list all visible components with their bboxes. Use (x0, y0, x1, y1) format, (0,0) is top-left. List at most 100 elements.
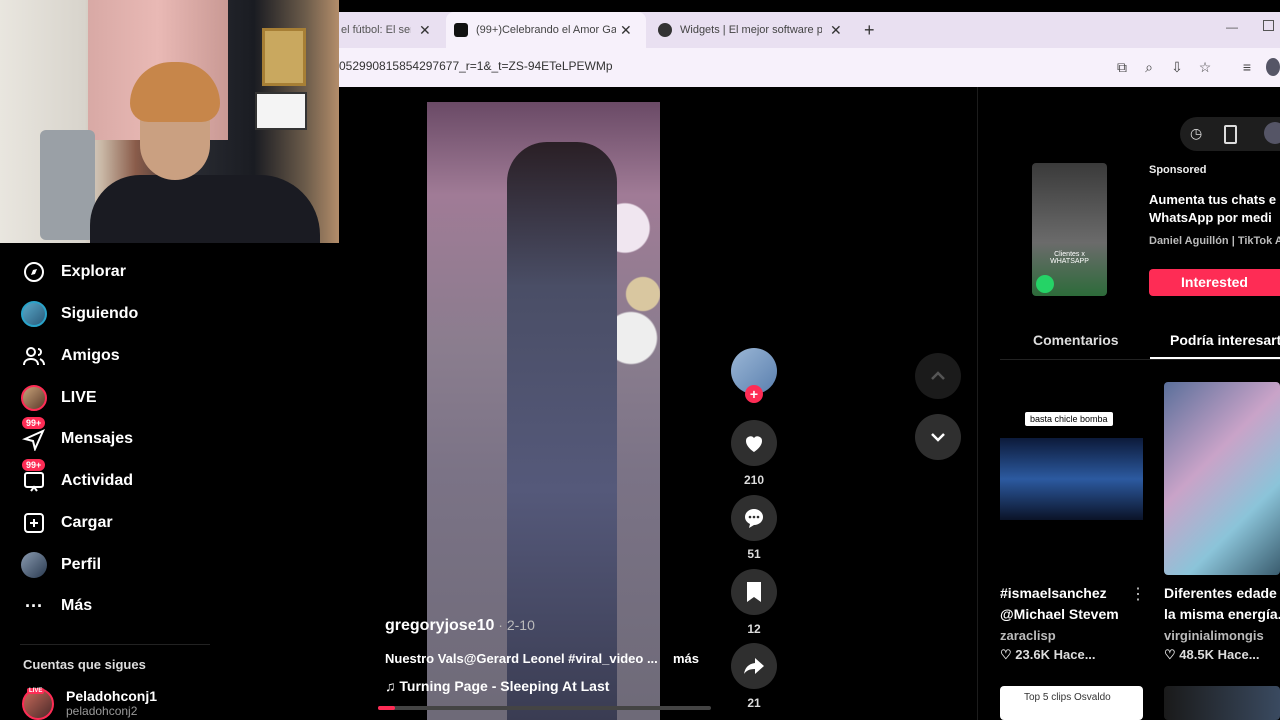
sidebar-item-label: Más (61, 597, 93, 614)
sidebar-item-siguiendo[interactable]: Siguiendo (20, 299, 138, 329)
install-app-icon[interactable]: ⇩ (1168, 58, 1186, 76)
maximize-icon[interactable] (1263, 20, 1274, 31)
profile-avatar-icon[interactable] (1266, 58, 1280, 76)
comment-count: 51 (747, 547, 761, 561)
music-info[interactable]: ♫ Turning Page - Sleeping At Last (385, 678, 609, 694)
author-name[interactable]: gregoryjose10 (385, 617, 494, 634)
share-icon (744, 658, 764, 674)
related-video-user[interactable]: zaraclisp (1000, 628, 1056, 643)
interested-button[interactable]: Interested (1149, 269, 1280, 296)
title-line: #ismaelsanchez (1000, 585, 1107, 601)
sidebar-item-perfil[interactable]: Perfil (20, 550, 101, 580)
comment-icon (745, 509, 763, 528)
activity-icon: 99+ (20, 459, 48, 495)
following-name: Peladohconj1 (66, 688, 158, 704)
webcam-suitcase (40, 130, 95, 240)
like-button[interactable] (731, 420, 777, 466)
sidebar-item-mensajes[interactable]: 99+ Mensajes (20, 417, 133, 454)
tab-podria-interesarte[interactable]: Podría interesart (1170, 332, 1280, 348)
save-count: 12 (747, 622, 761, 636)
share-button[interactable] (731, 643, 777, 689)
browser-tab-3[interactable]: Widgets | El mejor software par ✕ (658, 12, 848, 48)
tiktok-favicon-icon (454, 23, 468, 37)
more-options-icon[interactable]: ⋮ (1130, 584, 1146, 604)
sidebar-divider (20, 644, 210, 645)
device-icon[interactable] (1224, 125, 1237, 144)
minimize-icon[interactable]: — (1226, 20, 1238, 34)
tab-comentarios[interactable]: Comentarios (1033, 332, 1119, 348)
webcam-person-body (90, 175, 320, 243)
related-video-title[interactable]: #ismaelsanchez @Michael Stevem (1000, 583, 1128, 625)
webcam-whiteboard (255, 92, 307, 130)
close-tab-icon[interactable]: ✕ (620, 22, 632, 39)
related-video-stats: ♡ 48.5K Hace... (1164, 647, 1260, 663)
sidebar-item-cargar[interactable]: Cargar (20, 508, 113, 538)
ad-author: Daniel Aguillón | TikTok A (1149, 235, 1280, 247)
following-handle: peladohconj2 (66, 704, 138, 718)
zoom-icon[interactable]: ⌕ (1140, 58, 1158, 76)
close-tab-icon[interactable]: ✕ (830, 22, 842, 39)
title-line: @Michael Stevem (1000, 606, 1119, 622)
new-tab-button[interactable]: + (864, 12, 878, 48)
video-author[interactable]: gregoryjose10 · 2-10 (385, 617, 535, 635)
save-button[interactable] (731, 569, 777, 615)
more-description-link[interactable]: más (673, 651, 699, 666)
related-video-thumb[interactable] (1164, 686, 1280, 720)
translate-icon[interactable]: ⧉ (1113, 58, 1131, 76)
thumb-label: basta chicle bomba (1025, 412, 1113, 426)
heart-outline-icon: ♡ (1164, 647, 1180, 662)
sidebar-item-mas[interactable]: ··· Más (20, 591, 92, 621)
music-note-icon: ♫ (385, 678, 400, 694)
heart-outline-icon: ♡ (1000, 647, 1016, 662)
like-count: 210 (743, 473, 765, 487)
close-tab-icon[interactable]: ✕ (419, 22, 431, 39)
related-video-user[interactable]: virginialimongis (1164, 628, 1264, 643)
sidebar-item-label: Perfil (61, 556, 102, 573)
webcam-overlay (0, 0, 339, 243)
boxing-ring-image (1000, 438, 1143, 520)
media-control-icon[interactable]: ≡ (1238, 58, 1256, 76)
browser-tab-1[interactable]: el fútbol: El ser ✕ (341, 12, 436, 48)
related-video-stats: ♡ 23.6K Hace... (1000, 647, 1096, 663)
live-badge: LIVE (27, 688, 45, 694)
sidebar-item-amigos[interactable]: Amigos (20, 341, 120, 371)
bookmark-star-icon[interactable]: ☆ (1196, 58, 1214, 76)
heart-icon (745, 436, 763, 452)
related-video-title[interactable]: Diferentes edade la misma energía. (1164, 583, 1280, 625)
url-text[interactable]: 052990815854297677_r=1&_t=ZS-94ETeLPEWMp (339, 59, 613, 73)
follow-plus-button[interactable]: + (745, 385, 763, 403)
chevron-up-icon (931, 371, 945, 380)
widgets-favicon-icon (658, 23, 672, 37)
sidebar-item-live[interactable]: LIVE (20, 383, 97, 413)
video-progress-bar[interactable] (378, 706, 711, 710)
sidebar-item-explorar[interactable]: Explorar (20, 257, 126, 287)
comment-button[interactable] (731, 495, 777, 541)
music-title: Turning Page - Sleeping At Last (399, 678, 610, 694)
bookmark-icon (747, 582, 761, 602)
previous-video-button[interactable] (915, 353, 961, 399)
upload-icon (20, 509, 48, 537)
user-avatar[interactable] (1264, 122, 1280, 144)
next-video-button[interactable] (915, 414, 961, 460)
ad-thumbnail[interactable]: Clientes x WHATSAPP (1032, 163, 1107, 296)
ad-title[interactable]: Aumenta tus chats e WhatsApp por medi (1149, 191, 1280, 227)
timer-icon[interactable]: ◷ (1190, 125, 1202, 142)
more-icon: ··· (25, 595, 43, 616)
sidebar-item-actividad[interactable]: 99+ Actividad (20, 459, 133, 496)
related-video-thumb[interactable] (1164, 382, 1280, 575)
sidebar-item-label: Siguiendo (61, 305, 139, 322)
tabs-divider (1000, 359, 1280, 360)
compass-icon (20, 258, 48, 286)
title-line: Diferentes edade (1164, 585, 1277, 601)
related-video-thumb[interactable]: Top 5 clips Osvaldo (1000, 686, 1143, 720)
active-tab-underline (1150, 357, 1280, 359)
tab-title: (99+)Celebrando el Amor Gay (476, 24, 616, 36)
related-video-thumb[interactable]: basta chicle bomba (1000, 382, 1143, 575)
time-ago: Hace... (1217, 647, 1260, 662)
browser-tab-active[interactable]: (99+)Celebrando el Amor Gay ✕ (446, 12, 646, 48)
sidebar-item-label: Cargar (61, 514, 113, 531)
like-count: 48.5K (1179, 647, 1214, 662)
video-date: · 2-10 (494, 617, 535, 633)
share-count: 21 (747, 696, 761, 710)
following-account-item[interactable]: LIVE Peladohconj1 peladohconj2 (22, 688, 157, 720)
